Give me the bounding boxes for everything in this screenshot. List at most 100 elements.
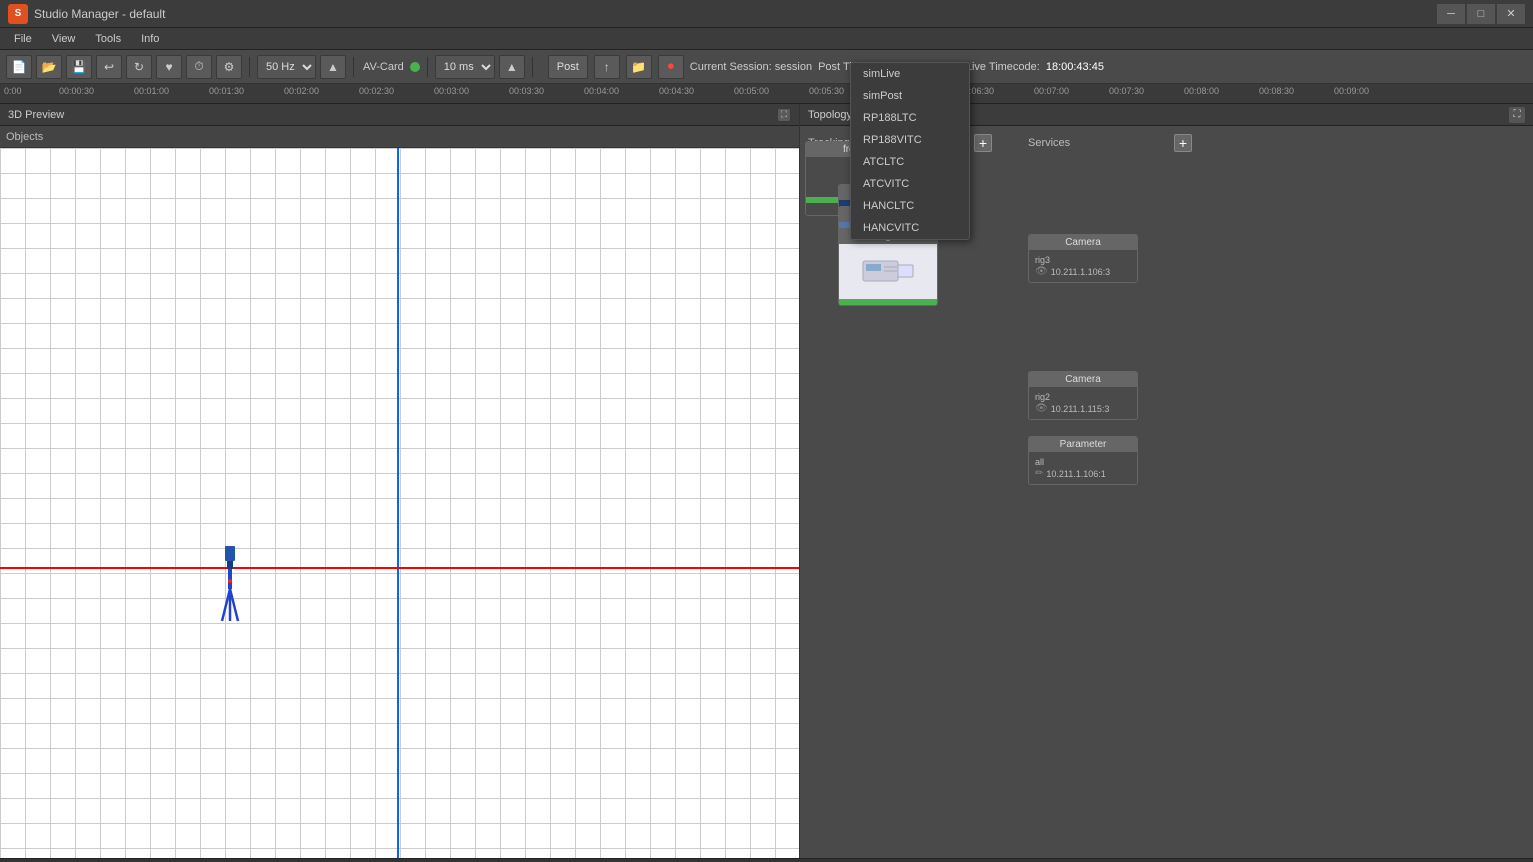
camera-object (220, 546, 240, 616)
tick-11: 00:05:30 (809, 86, 844, 96)
parameter-service[interactable]: Parameter all ✏ 10.211.1.106:1 (1028, 436, 1138, 485)
camera-rig2-ip: 10.211.1.115:3 (1051, 404, 1110, 414)
eye-icon-rig3: 👁 (1035, 266, 1048, 277)
post-button[interactable]: Post (548, 55, 588, 79)
dropdown-simlive[interactable]: simLive (851, 63, 969, 85)
statusbar (0, 858, 1533, 862)
camera-rig2-body: rig2 👁 10.211.1.115:3 (1029, 387, 1137, 419)
camera-rig3-row1: rig3 (1035, 255, 1131, 265)
card-label: AV-Card (363, 61, 404, 73)
tick-2: 00:01:00 (134, 86, 169, 96)
panel-controls: ⛶ (1509, 107, 1525, 123)
preview-canvas[interactable] (0, 148, 799, 858)
dropdown-atcltc[interactable]: ATCLTC (851, 151, 969, 173)
topology-title: Topology (808, 109, 852, 121)
interval-select[interactable]: 10 ms 20 ms 5 ms (435, 55, 495, 79)
horizontal-line (0, 567, 799, 569)
tick-4: 00:02:00 (284, 86, 319, 96)
camera-rig2-header: Camera (1029, 372, 1137, 387)
preview-panel: 3D Preview ⛶ Objects (0, 104, 800, 858)
tick-16: 00:08:00 (1184, 86, 1219, 96)
tick-14: 00:07:00 (1034, 86, 1069, 96)
minimize-button[interactable]: ─ (1437, 4, 1465, 24)
camera-rig3-label: rig3 (1035, 255, 1050, 265)
dropdown-simpost[interactable]: simPost (851, 85, 969, 107)
objects-label: Objects (6, 131, 43, 143)
ruler-marks: 0:00 00:00:30 00:01:00 00:01:30 00:02:00… (4, 84, 1529, 103)
preview-title: 3D Preview (8, 109, 64, 121)
live-timecode-label: Live Timecode: (966, 61, 1040, 73)
services-header-row: Services + (1028, 134, 1192, 152)
window-controls: ─ □ ✕ (1437, 4, 1525, 24)
edit-icon-param: ✏ (1035, 468, 1043, 479)
dropdown-atcvitc[interactable]: ATCVITC (851, 173, 969, 195)
parameter-body: all ✏ 10.211.1.106:1 (1029, 452, 1137, 484)
services-col: Services + Camera rig3 👁 10.211.1.106:3 (1020, 126, 1200, 858)
tick-8: 00:04:00 (584, 86, 619, 96)
tick-6: 00:03:00 (434, 86, 469, 96)
freq-select[interactable]: 50 Hz 60 Hz 25 Hz (257, 55, 316, 79)
rig1-status-bar (839, 299, 937, 305)
preview-expand-button[interactable]: ⛶ (777, 108, 791, 122)
camera-rig2-service[interactable]: Camera rig2 👁 10.211.1.115:3 (1028, 371, 1138, 420)
open-button[interactable]: 📂 (36, 55, 62, 79)
dropdown-hancvitc[interactable]: HANCVITC (851, 217, 969, 239)
tick-0: 0:00 (4, 86, 22, 96)
rec-button[interactable]: ⏺ (658, 55, 684, 79)
services-add-button[interactable]: + (1174, 134, 1192, 152)
window-title: Studio Manager - default (34, 7, 1437, 21)
menu-tools[interactable]: Tools (85, 31, 131, 47)
tick-15: 00:07:30 (1109, 86, 1144, 96)
save-button[interactable]: 💾 (66, 55, 92, 79)
menubar: File View Tools Info (0, 28, 1533, 50)
separator-1 (249, 57, 250, 77)
parameter-ip: 10.211.1.106:1 (1046, 469, 1105, 479)
new-button[interactable]: 📄 (6, 55, 32, 79)
timecode-section: Post ↑ 📁 ⏺ Current Session: session Post… (548, 55, 1104, 79)
interval-up-button[interactable]: ▲ (499, 55, 525, 79)
undo-button[interactable]: ↩ (96, 55, 122, 79)
parameter-row1: all (1035, 457, 1131, 467)
live-timecode-value: 18:00:43:45 (1046, 61, 1104, 73)
dropdown-hancltc[interactable]: HANCLTC (851, 195, 969, 217)
objects-bar: Objects (0, 126, 799, 148)
camera-rig2-row2: 👁 10.211.1.115:3 (1035, 403, 1131, 414)
tick-10: 00:05:00 (734, 86, 769, 96)
rig1-thumb (839, 244, 937, 299)
dropdown-rp188ltc[interactable]: RP188LTC (851, 107, 969, 129)
camera-rig2-label: rig2 (1035, 392, 1050, 402)
camera-rig3-service[interactable]: Camera rig3 👁 10.211.1.106:3 (1028, 234, 1138, 283)
separator-2 (353, 57, 354, 77)
tick-18: 00:09:00 (1334, 86, 1369, 96)
tick-3: 00:01:30 (209, 86, 244, 96)
camera-rig3-row2: 👁 10.211.1.106:3 (1035, 266, 1131, 277)
camera-rig3-header: Camera (1029, 235, 1137, 250)
camera-rig3-ip: 10.211.1.106:3 (1051, 267, 1110, 277)
status-dot (410, 62, 420, 72)
menu-info[interactable]: Info (131, 31, 169, 47)
favorite-button[interactable]: ♥ (156, 55, 182, 79)
clock-button[interactable]: ⏱ (186, 55, 212, 79)
redo-button[interactable]: ↻ (126, 55, 152, 79)
app-icon: S (8, 4, 28, 24)
settings-button[interactable]: ⚙ (216, 55, 242, 79)
menu-file[interactable]: File (4, 31, 42, 47)
separator-3 (427, 57, 428, 77)
tick-17: 00:08:30 (1259, 86, 1294, 96)
freq-up-button[interactable]: ▲ (320, 55, 346, 79)
parameter-header: Parameter (1029, 437, 1137, 452)
tick-1: 00:00:30 (59, 86, 94, 96)
topology-collapse-button[interactable]: ⛶ (1509, 107, 1525, 123)
restore-button[interactable]: □ (1467, 4, 1495, 24)
timecode-dropdown: simLive simPost RP188LTC RP188VITC ATCLT… (850, 62, 970, 240)
post-icon-button[interactable]: ↑ (594, 55, 620, 79)
dropdown-rp188vitc[interactable]: RP188VITC (851, 129, 969, 151)
open-session-button[interactable]: 📁 (626, 55, 652, 79)
separator-4 (532, 57, 533, 77)
tracking-add-button[interactable]: + (974, 134, 992, 152)
close-button[interactable]: ✕ (1497, 4, 1525, 24)
grid-overlay (0, 148, 799, 858)
session-label: Current Session: session (690, 61, 812, 73)
menu-view[interactable]: View (42, 31, 86, 47)
timeline-ruler[interactable]: 0:00 00:00:30 00:01:00 00:01:30 00:02:00… (0, 84, 1533, 104)
